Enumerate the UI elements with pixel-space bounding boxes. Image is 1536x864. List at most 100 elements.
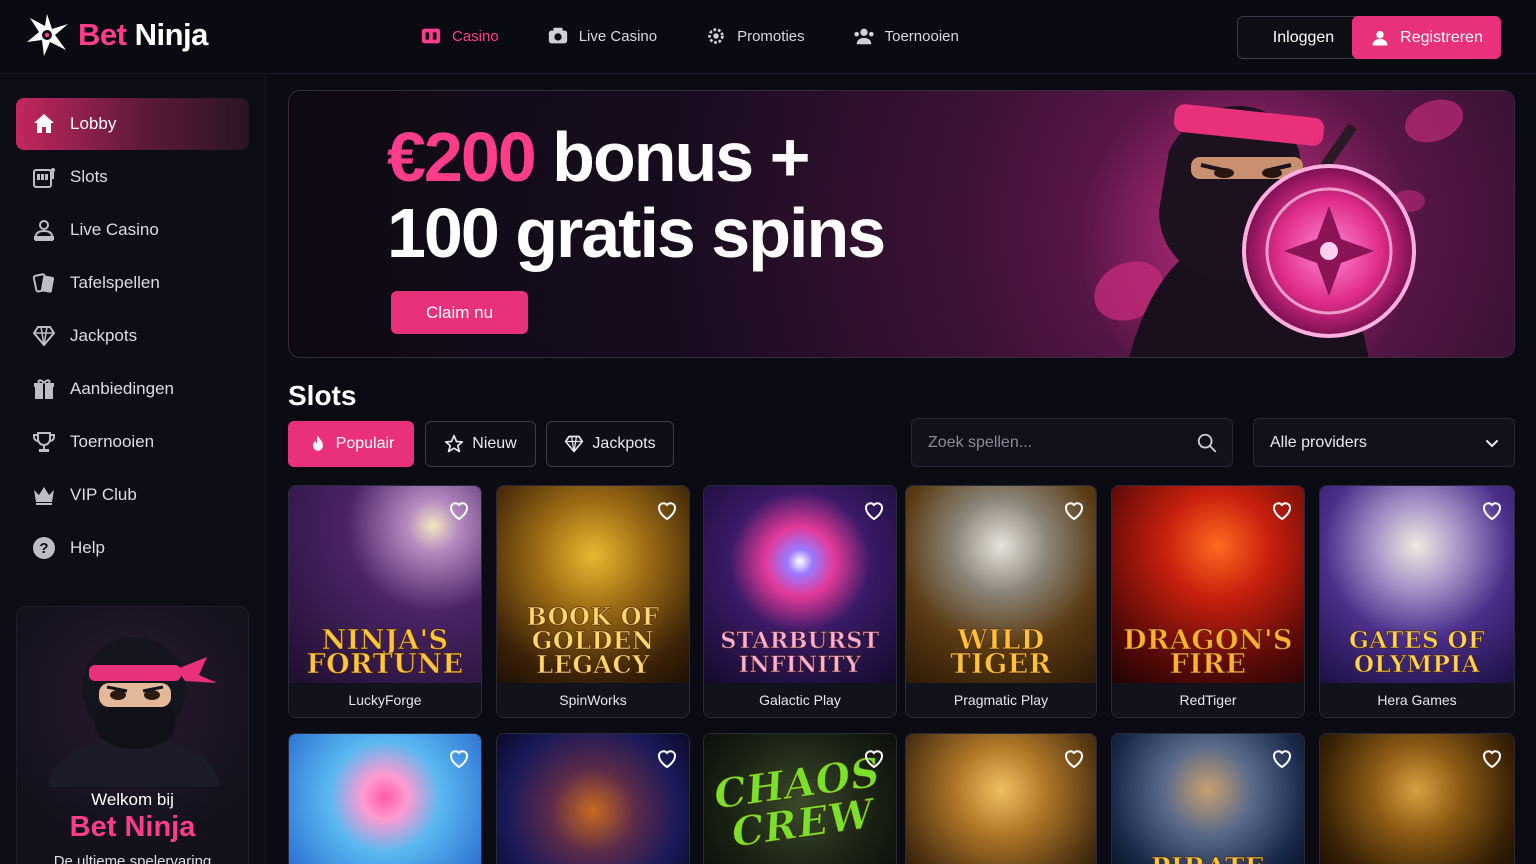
sidebar: Lobby Slots Live Casino Tafelspellen Jac…: [0, 75, 266, 864]
filter-jackpots-label: Jackpots: [592, 435, 656, 452]
nav-casino[interactable]: Casino: [420, 22, 499, 50]
game-tile-pirate[interactable]: Pirate: [1111, 733, 1305, 864]
sidebar-item-label: Toernooien: [70, 432, 155, 451]
sidebar-item-toernooien[interactable]: Toernooien: [16, 416, 249, 468]
dealer-icon: [34, 220, 54, 241]
slot-machine-icon: [33, 168, 55, 188]
top-nav: Casino Live Casino Promoties Toernooien: [420, 22, 959, 50]
filter-jackpots-button[interactable]: Jackpots: [546, 421, 674, 467]
game-tile-starburst-infinity[interactable]: Starburst Infinity Galactic Play: [703, 485, 897, 718]
filter-popular-label: Populair: [335, 435, 395, 452]
nav-promoties-label: Promoties: [737, 27, 805, 45]
nav-live-casino[interactable]: Live Casino: [547, 22, 657, 50]
game-tile-gates-of-olympia[interactable]: Gates of Olympia Hera Games: [1319, 485, 1515, 718]
star-icon: [445, 434, 464, 453]
search-input[interactable]: [928, 419, 1188, 466]
favorite-heart-icon[interactable]: [1270, 746, 1294, 770]
login-button[interactable]: Inloggen: [1237, 16, 1370, 59]
hero-banner: €200 bonus + 100 gratis spins Claim nu: [288, 90, 1515, 358]
trophy-icon: [33, 432, 55, 452]
people-icon: [854, 28, 874, 45]
favorite-heart-icon[interactable]: [1480, 498, 1504, 522]
game-title: Dragon's Fire: [1123, 625, 1293, 680]
sidebar-item-label: VIP Club: [70, 485, 137, 504]
top-header: Bet Ninja Casino Live Casino Promoties T…: [0, 0, 1536, 74]
sidebar-item-lobby[interactable]: Lobby: [16, 98, 249, 150]
casino-icon: [421, 28, 441, 44]
game-tile-rhino[interactable]: [905, 733, 1097, 864]
ninja-mascot-image: [49, 637, 219, 787]
favorite-heart-icon[interactable]: [1062, 498, 1086, 522]
search-icon[interactable]: [1196, 432, 1218, 454]
filter-new-button[interactable]: Nieuw: [425, 421, 536, 467]
sidebar-item-label: Live Casino: [70, 220, 159, 239]
sidebar-item-aanbiedingen[interactable]: Aanbiedingen: [16, 363, 249, 415]
camera-icon: [548, 27, 567, 44]
game-tile-book-of-golden-legacy[interactable]: Book of Golden Legacy SpinWorks: [496, 485, 690, 718]
diamond-icon: [33, 326, 55, 346]
game-provider: RedTiger: [1112, 683, 1304, 717]
filter-popular-button[interactable]: Populair: [288, 421, 414, 467]
ninja-banner-art: [1079, 91, 1464, 357]
provider-select-value: Alle providers: [1270, 433, 1367, 451]
sidebar-item-label: Jackpots: [70, 326, 138, 345]
user-icon: [1372, 30, 1388, 45]
register-button[interactable]: Registreren: [1352, 16, 1501, 59]
game-provider: Pragmatic Play: [906, 683, 1096, 717]
sidebar-item-label: Lobby: [70, 114, 117, 133]
sidebar-item-tafelspellen[interactable]: Tafelspellen: [16, 257, 249, 309]
sidebar-item-slots[interactable]: Slots: [16, 151, 249, 203]
game-title: Ninja's Fortune: [306, 625, 464, 680]
game-title: Pirate: [1150, 855, 1265, 864]
favorite-heart-icon[interactable]: [447, 746, 471, 770]
game-tile-dragons-fire[interactable]: Dragon's Fire RedTiger: [1111, 485, 1305, 718]
game-title: Gates of Olympia: [1349, 627, 1485, 678]
favorite-heart-icon[interactable]: [655, 498, 679, 522]
sidebar-item-label: Help: [70, 538, 105, 557]
promo-subtitle: De ultieme spelervaring: [53, 853, 212, 864]
sidebar-item-help[interactable]: ? Help: [16, 522, 249, 574]
game-tile-candy[interactable]: [288, 733, 482, 864]
logo[interactable]: Bet Ninja: [24, 12, 208, 58]
ninja-star-logo-icon: [27, 14, 68, 56]
game-provider: LuckyForge: [289, 683, 481, 717]
game-tile-wolf[interactable]: [496, 733, 690, 864]
sidebar-item-live-casino[interactable]: Live Casino: [16, 204, 249, 256]
home-icon: [34, 114, 54, 133]
game-provider: SpinWorks: [497, 683, 689, 717]
favorite-heart-icon[interactable]: [1480, 746, 1504, 770]
banner-headline-line2: 100 gratis spins: [387, 194, 886, 272]
nav-promoties[interactable]: Promoties: [705, 22, 805, 50]
favorite-heart-icon[interactable]: [862, 498, 886, 522]
game-tile-wild-tiger[interactable]: Wild Tiger Pragmatic Play: [905, 485, 1097, 718]
favorite-heart-icon[interactable]: [655, 746, 679, 770]
game-title: Wild Tiger: [950, 625, 1052, 680]
chevron-down-icon: [1486, 440, 1498, 448]
favorite-heart-icon[interactable]: [1062, 746, 1086, 770]
game-title: Starburst Infinity: [720, 628, 880, 678]
crown-icon: [34, 487, 54, 505]
slots-section-title: Slots: [288, 380, 357, 411]
game-tile-anubis[interactable]: [1319, 733, 1515, 864]
welcome-promo-card[interactable]: Welkom bij Bet Ninja De ultieme spelerva…: [16, 606, 249, 864]
nav-live-casino-label: Live Casino: [578, 27, 658, 45]
game-provider: Hera Games: [1320, 683, 1514, 717]
favorite-heart-icon[interactable]: [1270, 498, 1294, 522]
filter-new-label: Nieuw: [472, 435, 517, 452]
game-tile-chaos-crew[interactable]: Chaos Crew: [703, 733, 897, 864]
diamond-icon: [565, 435, 584, 453]
sidebar-item-jackpots[interactable]: Jackpots: [16, 310, 249, 362]
provider-select[interactable]: Alle providers: [1253, 418, 1515, 467]
claim-now-button[interactable]: Claim nu: [391, 291, 528, 334]
nav-toernooien[interactable]: Toernooien: [853, 22, 959, 50]
game-tile-ninjas-fortune[interactable]: Ninja's Fortune LuckyForge: [288, 485, 482, 718]
favorite-heart-icon[interactable]: [862, 746, 886, 770]
game-search: [911, 418, 1233, 467]
sidebar-item-label: Tafelspellen: [70, 273, 160, 292]
favorite-heart-icon[interactable]: [447, 498, 471, 522]
gift-icon: [34, 379, 54, 399]
nav-toernooien-label: Toernooien: [884, 27, 959, 45]
sidebar-item-vip-club[interactable]: VIP Club: [16, 469, 249, 521]
sidebar-item-label: Aanbiedingen: [70, 379, 174, 398]
help-icon: ?: [33, 537, 55, 559]
